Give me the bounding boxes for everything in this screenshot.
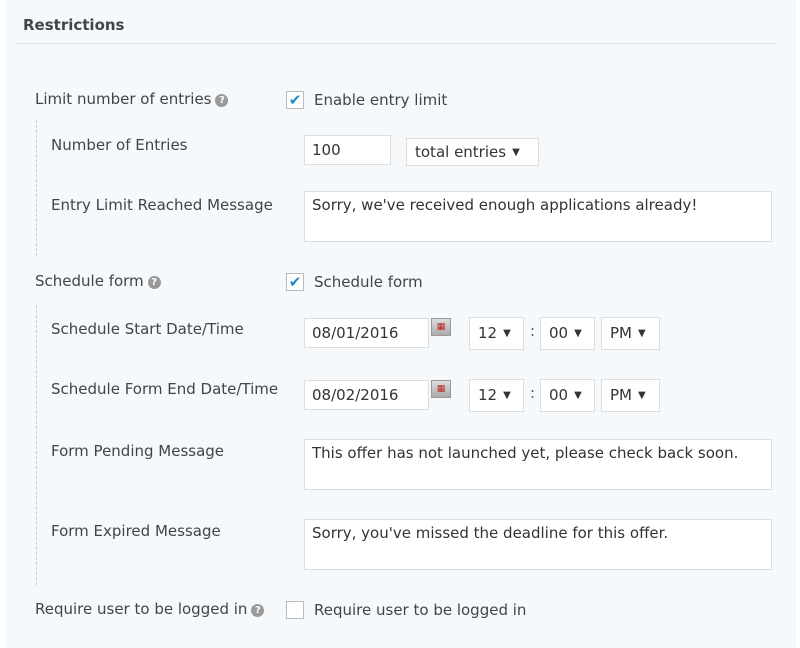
entry-limit-message-textarea[interactable]: Sorry, we've received enough application… — [304, 191, 772, 242]
start-hour-select[interactable]: 12 ▼ — [469, 317, 524, 350]
end-hour-select[interactable]: 12 ▼ — [469, 379, 524, 412]
schedule-label: Schedule form? — [35, 272, 161, 290]
expired-message-textarea[interactable]: Sorry, you've missed the deadline for th… — [304, 519, 772, 570]
help-icon[interactable]: ? — [147, 276, 161, 289]
start-hour-value: 12 — [478, 324, 498, 342]
end-minute-select[interactable]: 00 ▼ — [540, 379, 595, 412]
chevron-down-icon: ▼ — [638, 328, 646, 339]
calendar-icon[interactable]: ▦ — [431, 380, 451, 398]
nested-guide-line — [36, 305, 37, 585]
entry-period-select[interactable]: total entries ▼ — [406, 138, 539, 166]
limit-label-text: Limit number of entries — [35, 90, 212, 108]
require-login-checkbox-label[interactable]: Require user to be logged in — [314, 601, 526, 619]
start-ampm-select[interactable]: PM ▼ — [601, 317, 660, 350]
schedule-form-checkbox-label[interactable]: Schedule form — [314, 273, 423, 291]
limit-label: Limit number of entries? — [35, 90, 229, 108]
chevron-down-icon: ▼ — [512, 147, 520, 158]
expired-message-label: Form Expired Message — [51, 522, 221, 540]
help-icon[interactable]: ? — [251, 604, 265, 617]
chevron-down-icon: ▼ — [574, 390, 582, 401]
end-datetime-label: Schedule Form End Date/Time — [51, 380, 279, 398]
end-minute-value: 00 — [549, 386, 569, 404]
nested-guide-line — [36, 120, 37, 256]
chevron-down-icon: ▼ — [574, 328, 582, 339]
chevron-down-icon: ▼ — [503, 390, 511, 401]
login-label: Require user to be logged in? — [35, 600, 265, 618]
start-date-input[interactable]: 08/01/2016 — [304, 318, 429, 348]
time-separator: : — [530, 322, 536, 340]
help-icon[interactable]: ? — [215, 94, 229, 107]
section-title: Restrictions — [23, 16, 125, 34]
pending-message-textarea[interactable]: This offer has not launched yet, please … — [304, 439, 772, 490]
pending-message-label: Form Pending Message — [51, 442, 225, 460]
chevron-down-icon: ▼ — [503, 328, 511, 339]
end-ampm-select[interactable]: PM ▼ — [601, 379, 660, 412]
start-minute-select[interactable]: 00 ▼ — [540, 317, 595, 350]
start-datetime-label: Schedule Start Date/Time — [51, 320, 244, 338]
calendar-icon[interactable]: ▦ — [431, 318, 451, 336]
start-ampm-value: PM — [610, 324, 632, 342]
enable-entry-limit-checkbox[interactable]: ✔ — [286, 91, 304, 109]
restrictions-panel: Restrictions Limit number of entries? ✔ … — [6, 0, 796, 648]
enable-entry-limit-label[interactable]: Enable entry limit — [314, 91, 447, 109]
end-ampm-value: PM — [610, 386, 632, 404]
divider — [15, 43, 777, 44]
login-label-text: Require user to be logged in — [35, 600, 248, 618]
number-of-entries-label: Number of Entries — [51, 136, 188, 154]
start-minute-value: 00 — [549, 324, 569, 342]
time-separator: : — [530, 384, 536, 402]
number-of-entries-input[interactable]: 100 — [304, 135, 391, 165]
schedule-label-text: Schedule form — [35, 272, 144, 290]
end-hour-value: 12 — [478, 386, 498, 404]
schedule-form-checkbox[interactable]: ✔ — [286, 273, 304, 291]
end-date-input[interactable]: 08/02/2016 — [304, 380, 429, 410]
entry-period-value: total entries — [415, 143, 507, 161]
chevron-down-icon: ▼ — [638, 390, 646, 401]
require-login-checkbox[interactable] — [286, 601, 304, 619]
entry-limit-message-label: Entry Limit Reached Message — [51, 196, 273, 214]
